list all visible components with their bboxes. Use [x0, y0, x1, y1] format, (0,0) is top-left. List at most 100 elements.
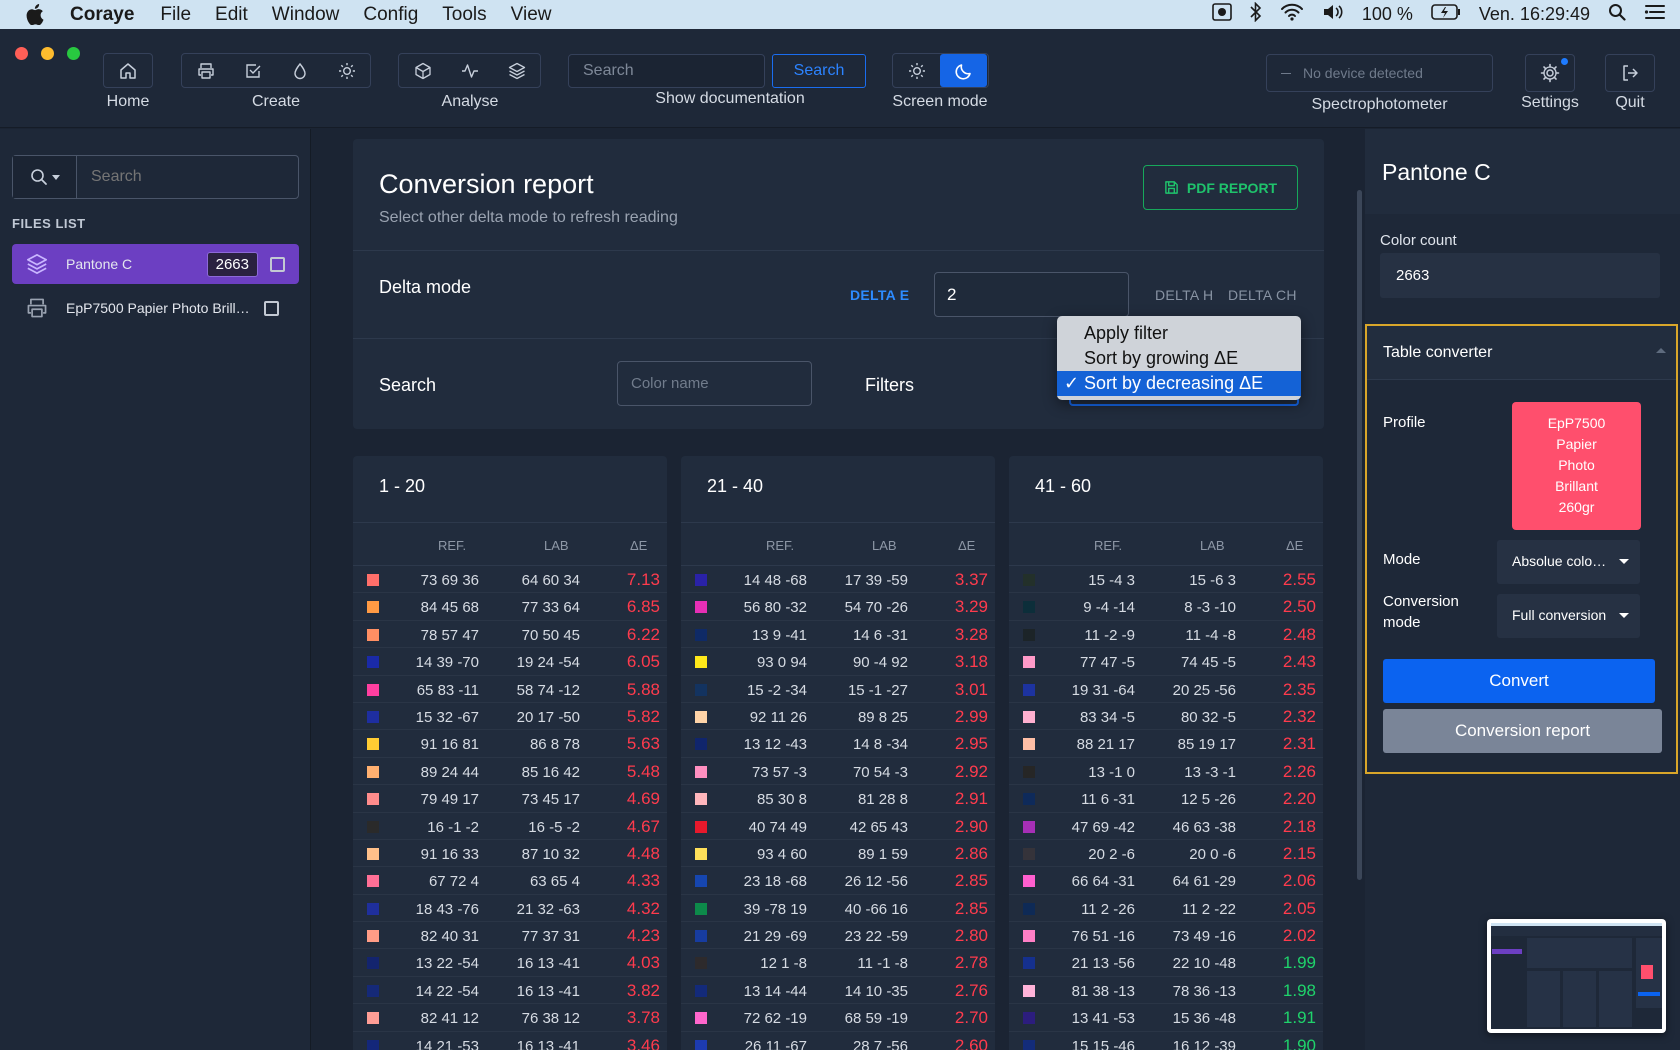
table-row[interactable]: 26 11 -67 28 7 -56 2.60: [681, 1032, 995, 1050]
home-button[interactable]: [104, 54, 152, 87]
dropdown-option-sort-growing[interactable]: Sort by growing ΔE: [1057, 346, 1301, 371]
table-row[interactable]: 14 39 -70 19 24 -54 6.05: [353, 648, 667, 676]
device-status-field[interactable]: No device detected: [1266, 54, 1493, 92]
table-row[interactable]: 13 12 -43 14 8 -34 2.95: [681, 730, 995, 758]
table-row[interactable]: 88 21 17 85 19 17 2.31: [1009, 730, 1323, 758]
table-row[interactable]: 73 69 36 64 60 34 7.13: [353, 566, 667, 594]
table-row[interactable]: 11 2 -26 11 2 -22 2.05: [1009, 895, 1323, 923]
profile-card[interactable]: EpP7500 Papier Photo Brillant 260gr: [1512, 402, 1641, 530]
table-row[interactable]: 65 83 -11 58 74 -12 5.88: [353, 676, 667, 703]
table-row[interactable]: 92 11 26 89 8 25 2.99: [681, 703, 995, 731]
ink-button[interactable]: [283, 54, 316, 87]
table-row[interactable]: 11 -2 -9 11 -4 -8 2.48: [1009, 621, 1323, 649]
volume-icon[interactable]: [1322, 3, 1344, 26]
table-row[interactable]: 14 48 -68 17 39 -59 3.37: [681, 566, 995, 594]
quit-button[interactable]: [1606, 55, 1654, 91]
menu-view[interactable]: View: [511, 4, 552, 26]
file-checkbox[interactable]: [270, 256, 285, 272]
table-row[interactable]: 91 16 33 87 10 32 4.48: [353, 840, 667, 868]
dropdown-option-sort-decreasing[interactable]: ✓ Sort by decreasing ΔE: [1057, 371, 1301, 396]
table-row[interactable]: 12 1 -8 11 -1 -8 2.78: [681, 949, 995, 977]
color-name-input[interactable]: Color name: [617, 361, 812, 406]
convert-button[interactable]: Convert: [1383, 659, 1655, 703]
table-row[interactable]: 78 57 47 70 50 45 6.22: [353, 621, 667, 649]
table-row[interactable]: 15 -4 3 15 -6 3 2.55: [1009, 566, 1323, 594]
delta-ch-toggle[interactable]: DELTA CH: [1228, 287, 1297, 303]
table-row[interactable]: 16 -1 -2 16 -5 -2 4.67: [353, 813, 667, 840]
table-row[interactable]: 76 51 -16 73 49 -16 2.02: [1009, 922, 1323, 950]
layers-button[interactable]: [500, 54, 533, 87]
search-filter-toggle[interactable]: [13, 156, 77, 198]
window-zoom-button[interactable]: [67, 47, 80, 60]
table-row[interactable]: 91 16 81 86 8 78 5.63: [353, 730, 667, 758]
table-row[interactable]: 72 62 -19 68 59 -19 2.70: [681, 1004, 995, 1032]
gamut-button[interactable]: [406, 54, 439, 87]
file-item-pantone-c[interactable]: Pantone C 2663: [12, 244, 299, 284]
table-row[interactable]: 66 64 -31 64 61 -29 2.06: [1009, 867, 1323, 895]
table-row[interactable]: 93 4 60 89 1 59 2.86: [681, 840, 995, 868]
table-row[interactable]: 77 47 -5 74 45 -5 2.43: [1009, 648, 1323, 676]
settings-button[interactable]: [1526, 55, 1574, 91]
table-row[interactable]: 56 80 -32 54 70 -26 3.29: [681, 593, 995, 621]
print-button[interactable]: [189, 54, 222, 87]
table-row[interactable]: 21 13 -56 22 10 -48 1.99: [1009, 949, 1323, 977]
table-row[interactable]: 83 34 -5 80 32 -5 2.32: [1009, 703, 1323, 731]
table-row[interactable]: 82 41 12 76 38 12 3.78: [353, 1004, 667, 1032]
table-row[interactable]: 39 -78 19 40 -66 16 2.85: [681, 895, 995, 923]
main-scrollbar[interactable]: [1357, 190, 1362, 880]
table-row[interactable]: 84 45 68 77 33 64 6.85: [353, 593, 667, 621]
checklist-button[interactable]: [236, 54, 269, 87]
pdf-report-button[interactable]: PDF REPORT: [1143, 165, 1298, 210]
table-row[interactable]: 13 22 -54 16 13 -41 4.03: [353, 949, 667, 977]
screenshot-thumbnail[interactable]: [1487, 919, 1666, 1033]
table-row[interactable]: 23 18 -68 26 12 -56 2.85: [681, 867, 995, 895]
table-row[interactable]: 15 32 -67 20 17 -50 5.82: [353, 703, 667, 731]
table-row[interactable]: 89 24 44 85 16 42 5.48: [353, 758, 667, 786]
control-center-icon[interactable]: [1644, 4, 1666, 25]
file-item-epp7500[interactable]: EpP7500 Papier Photo Brillant 260gr: [12, 288, 299, 328]
wifi-icon[interactable]: [1280, 3, 1304, 26]
conversion-mode-select[interactable]: Full conversion: [1497, 594, 1640, 638]
spectral-button[interactable]: [453, 54, 486, 87]
table-row[interactable]: 13 9 -41 14 6 -31 3.28: [681, 621, 995, 649]
table-row[interactable]: 15 -2 -34 15 -1 -27 3.01: [681, 676, 995, 703]
files-search-input[interactable]: [77, 156, 298, 198]
menu-file[interactable]: File: [160, 4, 191, 26]
table-row[interactable]: 9 -4 -14 8 -3 -10 2.50: [1009, 593, 1323, 621]
light-mode-button[interactable]: [894, 54, 940, 87]
table-row[interactable]: 18 43 -76 21 32 -63 4.32: [353, 895, 667, 923]
light-source-button[interactable]: [330, 54, 363, 87]
table-row[interactable]: 19 31 -64 20 25 -56 2.35: [1009, 676, 1323, 703]
spotlight-search-icon[interactable]: [1608, 3, 1626, 26]
menubar-clock[interactable]: Ven. 16:29:49: [1479, 4, 1590, 25]
window-minimize-button[interactable]: [41, 47, 54, 60]
table-row[interactable]: 73 57 -3 70 54 -3 2.92: [681, 758, 995, 786]
table-row[interactable]: 81 38 -13 78 36 -13 1.98: [1009, 977, 1323, 1005]
table-row[interactable]: 13 -1 0 13 -3 -1 2.26: [1009, 758, 1323, 786]
table-converter-header[interactable]: Table converter: [1367, 326, 1676, 380]
screen-record-icon[interactable]: [1212, 3, 1232, 26]
table-row[interactable]: 79 49 17 73 45 17 4.69: [353, 785, 667, 813]
documentation-search-button[interactable]: Search: [772, 54, 866, 88]
battery-icon[interactable]: [1431, 4, 1461, 25]
table-row[interactable]: 13 41 -53 15 36 -48 1.91: [1009, 1004, 1323, 1032]
dropdown-option-apply-filter[interactable]: Apply filter: [1057, 321, 1301, 346]
table-row[interactable]: 14 21 -53 16 13 -41 3.46: [353, 1032, 667, 1050]
menu-edit[interactable]: Edit: [215, 4, 248, 26]
table-row[interactable]: 40 74 49 42 65 43 2.90: [681, 813, 995, 840]
table-row[interactable]: 13 14 -44 14 10 -35 2.76: [681, 977, 995, 1005]
delta-e-toggle[interactable]: DELTA E: [850, 287, 909, 303]
delta-threshold-input[interactable]: 2: [934, 272, 1129, 317]
file-checkbox[interactable]: [264, 300, 279, 316]
table-row[interactable]: 82 40 31 77 37 31 4.23: [353, 922, 667, 950]
apple-icon[interactable]: [0, 4, 70, 25]
table-row[interactable]: 20 2 -6 20 0 -6 2.15: [1009, 840, 1323, 868]
bluetooth-icon[interactable]: [1250, 1, 1262, 27]
window-close-button[interactable]: [15, 47, 28, 60]
menu-config[interactable]: Config: [363, 4, 418, 26]
dark-mode-button[interactable]: [940, 54, 987, 87]
table-row[interactable]: 85 30 8 81 28 8 2.91: [681, 785, 995, 813]
menu-tools[interactable]: Tools: [442, 4, 486, 26]
table-row[interactable]: 11 6 -31 12 5 -26 2.20: [1009, 785, 1323, 813]
table-row[interactable]: 67 72 4 63 65 4 4.33: [353, 867, 667, 895]
